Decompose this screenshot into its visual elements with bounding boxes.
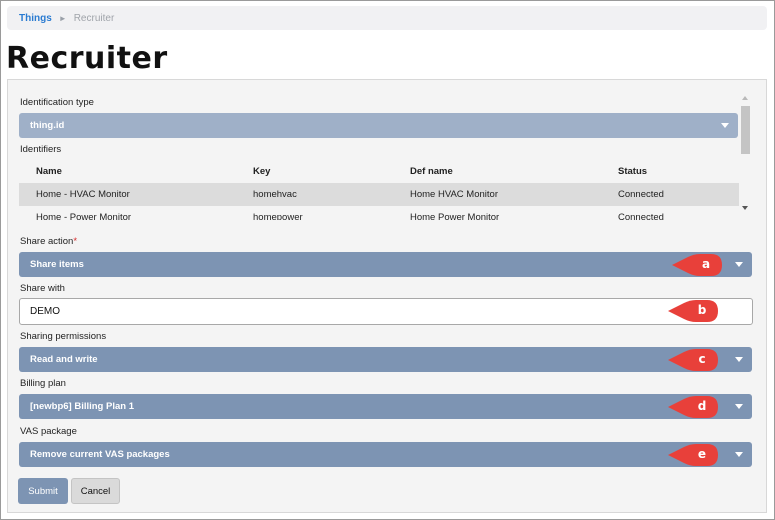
cell-name: Home - Power Monitor: [36, 212, 132, 220]
sharing-permissions-label: Sharing permissions: [20, 331, 107, 342]
share-action-select[interactable]: Share items: [19, 252, 752, 277]
cell-def-name: Home HVAC Monitor: [410, 189, 498, 200]
submit-button[interactable]: Submit: [18, 478, 68, 504]
column-header-status[interactable]: Status: [618, 166, 647, 177]
cell-key: homehvac: [253, 189, 297, 200]
callout-b-letter: b: [697, 303, 707, 317]
column-header-key[interactable]: Key: [253, 166, 270, 177]
callout-e-marker: e: [668, 444, 718, 466]
billing-plan-label: Billing plan: [20, 378, 66, 389]
callout-c-letter: c: [698, 352, 706, 366]
window-frame: Things ► Recruiter Recruiter Identificat…: [0, 0, 775, 520]
callout-d-marker: d: [668, 396, 718, 418]
identifiers-label: Identifiers: [20, 144, 62, 155]
share-action-value: Share items: [30, 259, 84, 270]
chevron-down-icon: [721, 123, 729, 128]
callout-e-letter: e: [697, 447, 707, 461]
recruiter-form: Identification type thing.id Identifiers…: [7, 79, 767, 513]
sharing-permissions-value: Read and write: [30, 354, 98, 365]
breadcrumb: Things ► Recruiter: [7, 6, 767, 30]
cancel-button[interactable]: Cancel: [71, 478, 120, 504]
cell-def-name: Home Power Monitor: [410, 212, 500, 220]
column-header-def-name[interactable]: Def name: [410, 166, 453, 177]
share-action-label-text: Share action: [20, 236, 74, 247]
vas-package-label: VAS package: [20, 426, 77, 437]
chevron-down-icon: [735, 452, 743, 457]
cell-status: Connected: [618, 212, 664, 220]
vas-package-select[interactable]: Remove current VAS packages: [19, 442, 752, 467]
cell-name: Home - HVAC Monitor: [36, 189, 130, 200]
chevron-down-icon: [735, 357, 743, 362]
share-action-label: Share action*: [20, 236, 77, 247]
share-with-input[interactable]: DEMO: [19, 298, 753, 325]
breadcrumb-current: Recruiter: [73, 12, 115, 24]
identifiers-scrollbar[interactable]: [740, 94, 750, 218]
billing-plan-value: [newbp6] Billing Plan 1: [30, 401, 134, 412]
table-header: Name Key Def name Status: [19, 160, 739, 183]
share-with-label: Share with: [20, 283, 65, 294]
sharing-permissions-select[interactable]: Read and write: [19, 347, 752, 372]
scroll-up-arrow-icon[interactable]: [742, 96, 748, 100]
callout-d-letter: d: [697, 399, 707, 413]
callout-a-marker: a: [672, 254, 722, 276]
vas-package-value: Remove current VAS packages: [30, 449, 170, 460]
billing-plan-select[interactable]: [newbp6] Billing Plan 1: [19, 394, 752, 419]
page-title: Recruiter: [6, 41, 168, 76]
cell-key: homepower: [253, 212, 303, 220]
required-marker: *: [73, 236, 78, 247]
identification-type-value: thing.id: [30, 120, 65, 131]
identification-type-label: Identification type: [20, 97, 94, 108]
scroll-down-arrow-icon[interactable]: [742, 206, 748, 210]
table-row[interactable]: Home - Power Monitor homepower Home Powe…: [19, 206, 739, 220]
table-row[interactable]: Home - HVAC Monitor homehvac Home HVAC M…: [19, 183, 739, 206]
scrollbar-thumb[interactable]: [741, 106, 750, 154]
breadcrumb-things-link[interactable]: Things: [19, 13, 52, 24]
cell-status: Connected: [618, 189, 664, 200]
share-with-value: DEMO: [30, 306, 60, 317]
chevron-down-icon: [735, 262, 743, 267]
identification-type-select[interactable]: thing.id: [19, 113, 738, 138]
callout-b-marker: b: [668, 300, 718, 322]
breadcrumb-separator-icon: ►: [58, 13, 67, 23]
identifiers-table[interactable]: Name Key Def name Status Home - HVAC Mon…: [19, 158, 739, 220]
column-header-name[interactable]: Name: [36, 166, 62, 177]
callout-a-letter: a: [701, 257, 711, 271]
callout-c-marker: c: [668, 349, 718, 371]
chevron-down-icon: [735, 404, 743, 409]
